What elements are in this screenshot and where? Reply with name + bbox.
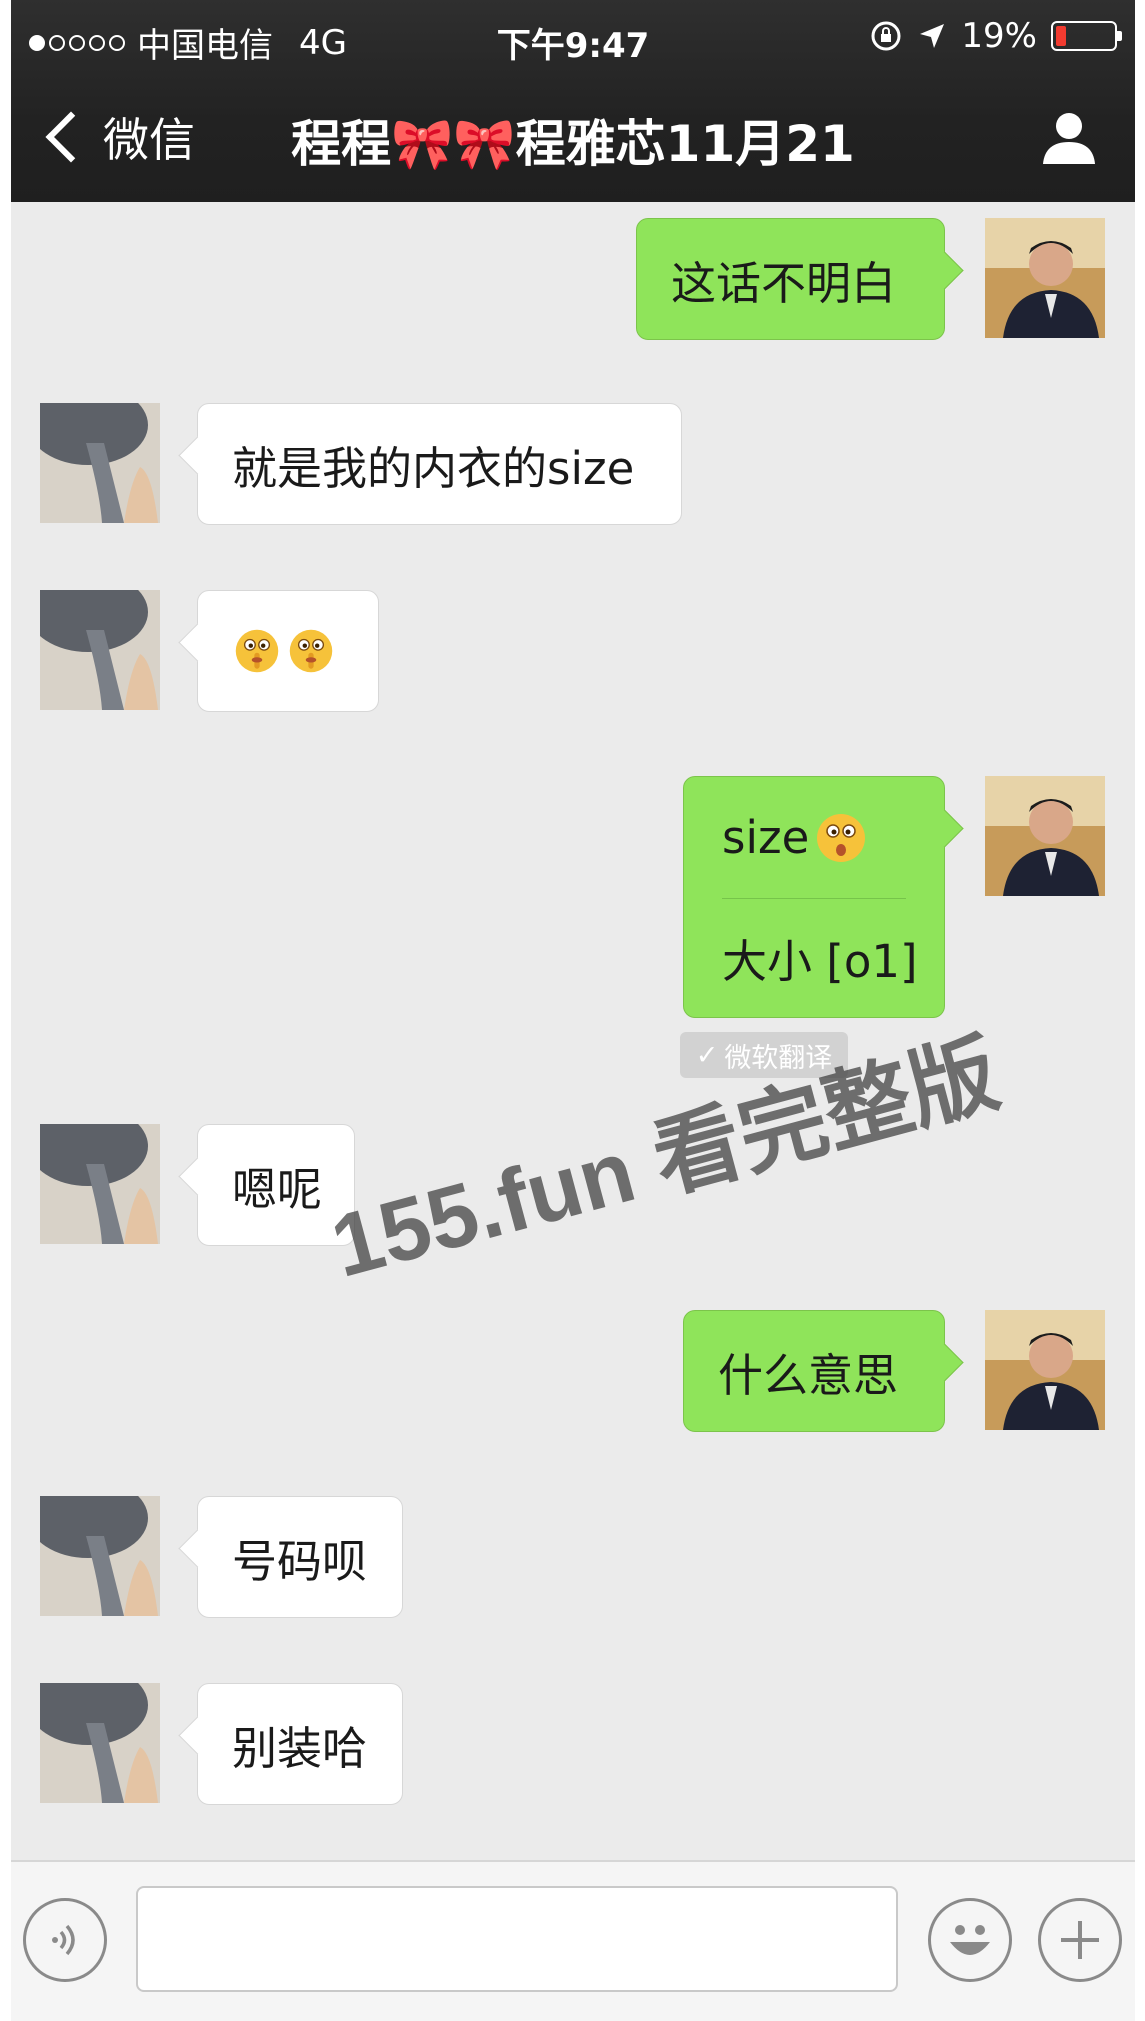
wechat-screen: 中国电信 4G 下午9:47 19% 微信 程程🎀🎀程雅芯11月21 这话不明白… (11, 0, 1135, 2021)
shush-face-icon (235, 629, 279, 673)
title-remark: 程雅芯11月21 (515, 115, 855, 173)
message-text: size (722, 811, 810, 864)
avatar-contact[interactable] (40, 1124, 160, 1244)
avatar-contact[interactable] (40, 590, 160, 710)
outgoing-bubble[interactable]: 这话不明白 (636, 218, 945, 340)
smiley-icon (950, 1925, 990, 1955)
incoming-bubble[interactable]: 号码呗 (197, 1496, 403, 1618)
battery-percent: 19% (961, 16, 1037, 56)
nav-bar: 微信 程程🎀🎀程雅芯11月21 (11, 90, 1135, 190)
location-icon (920, 24, 945, 48)
chevron-left-icon (45, 111, 97, 163)
top-bar: 中国电信 4G 下午9:47 19% 微信 程程🎀🎀程雅芯11月21 (11, 0, 1135, 202)
message-text: 这话不明白 (671, 256, 897, 310)
battery-icon (1051, 21, 1122, 51)
translation-badge-label: 微软翻译 (724, 1042, 833, 1074)
avatar-contact[interactable] (40, 1496, 160, 1616)
plus-icon (1061, 1921, 1099, 1959)
title-name: 程程 (291, 115, 392, 173)
avatar-me[interactable] (985, 218, 1105, 338)
status-bar: 中国电信 4G 下午9:47 19% (11, 0, 1135, 80)
incoming-bubble[interactable]: 别装哈 (197, 1683, 403, 1805)
shush-face-icon (817, 813, 866, 862)
profile-button[interactable] (1039, 108, 1099, 168)
message-list[interactable]: 这话不明白 就是我的内衣的size size 大小 [o1] ✓ 微软翻译 嗯呢… (11, 202, 1135, 1860)
incoming-bubble[interactable]: 嗯呢 (197, 1124, 355, 1246)
incoming-bubble[interactable] (197, 590, 379, 712)
back-label: 微信 (103, 113, 195, 167)
translation-badge: ✓ 微软翻译 (680, 1032, 848, 1078)
rotation-lock-icon (871, 21, 901, 51)
emoji-button[interactable] (928, 1898, 1012, 1982)
voice-icon (52, 1924, 75, 1956)
translation-text: 大小 [o1] (722, 935, 918, 988)
avatar-contact[interactable] (40, 1683, 160, 1803)
input-bar (11, 1860, 1135, 2021)
more-button[interactable] (1038, 1898, 1122, 1982)
chat-title: 程程🎀🎀程雅芯11月21 (191, 104, 955, 176)
message-input[interactable] (136, 1886, 898, 1992)
message-text: 号码呗 (232, 1534, 368, 1588)
shush-face-icon (289, 629, 333, 673)
check-icon: ✓ (695, 1039, 719, 1071)
voice-button[interactable] (23, 1898, 107, 1982)
avatar-contact[interactable] (40, 403, 160, 523)
back-button[interactable]: 微信 (39, 104, 195, 170)
message-text: 嗯呢 (232, 1162, 323, 1216)
avatar-me[interactable] (985, 1310, 1105, 1430)
message-text: 别装哈 (232, 1721, 368, 1775)
outgoing-bubble[interactable]: 什么意思 (683, 1310, 945, 1432)
avatar-me[interactable] (985, 776, 1105, 896)
outgoing-bubble[interactable]: size 大小 [o1] (683, 776, 945, 1018)
incoming-bubble[interactable]: 就是我的内衣的size (197, 403, 682, 525)
bow-emoji: 🎀🎀 (391, 115, 516, 173)
message-text: 就是我的内衣的size (232, 441, 635, 495)
message-text: 什么意思 (718, 1348, 899, 1402)
